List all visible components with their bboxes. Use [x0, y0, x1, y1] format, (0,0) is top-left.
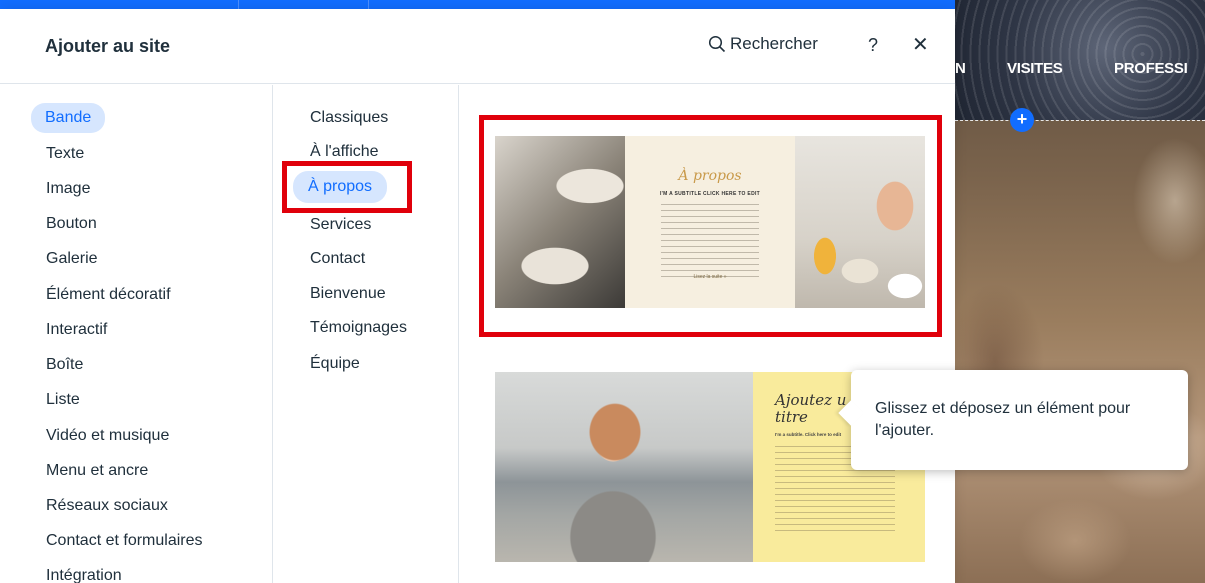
category-item-liste[interactable]: Liste: [46, 388, 80, 412]
category-item-galerie[interactable]: Galerie: [46, 247, 98, 271]
help-button[interactable]: ?: [868, 35, 878, 56]
add-panel: Ajouter au site Rechercher ? ✕ Bande Tex…: [0, 9, 955, 583]
category-item-element-decoratif[interactable]: Élément décoratif: [46, 283, 171, 307]
top-bar-divider: [238, 0, 239, 9]
category-item-contact-formulaires[interactable]: Contact et formulaires: [46, 529, 203, 553]
tooltip-text: Glissez et déposez un élément pour l'ajo…: [875, 400, 1131, 439]
site-nav-item-visites[interactable]: VISITES: [1007, 60, 1063, 77]
category-item-video-musique[interactable]: Vidéo et musique: [46, 424, 169, 448]
category-item-reseaux-sociaux[interactable]: Réseaux sociaux: [46, 494, 168, 518]
site-canvas: N VISITES PROFESSI +: [955, 0, 1205, 583]
preview-subtitle: I'm a subtitle. Click here to edit: [775, 432, 842, 437]
editor-top-bar: [0, 0, 955, 9]
category-item-interactif[interactable]: Interactif: [46, 318, 107, 342]
preview-title-line2: titre: [775, 408, 808, 426]
site-nav-item[interactable]: N: [955, 60, 966, 77]
category-item-image[interactable]: Image: [46, 177, 90, 201]
subcategory-item-temoignages[interactable]: Témoignages: [310, 316, 407, 340]
subcategory-item-contact[interactable]: Contact: [310, 247, 365, 271]
search-button[interactable]: Rechercher: [708, 34, 818, 54]
category-item-bande[interactable]: Bande: [31, 103, 106, 133]
site-header: N VISITES PROFESSI: [955, 0, 1205, 120]
subcategory-item-bienvenue[interactable]: Bienvenue: [310, 282, 386, 306]
category-item-bouton[interactable]: Bouton: [46, 212, 97, 236]
subcategory-item-classiques[interactable]: Classiques: [310, 106, 388, 130]
panel-header: Ajouter au site Rechercher ? ✕: [0, 9, 955, 84]
subcategory-item-services[interactable]: Services: [310, 213, 371, 237]
panel-title: Ajouter au site: [45, 36, 171, 56]
close-button[interactable]: ✕: [912, 35, 929, 55]
preview-title-line1: Ajoutez u: [775, 391, 847, 409]
preview-title: Ajoutez u titre: [775, 392, 846, 426]
category-item-menu-ancre[interactable]: Menu et ancre: [46, 459, 148, 483]
site-nav-item-professi[interactable]: PROFESSI: [1114, 60, 1188, 77]
search-icon: [708, 35, 726, 53]
drag-drop-tooltip: Glissez et déposez un élément pour l'ajo…: [838, 370, 1188, 470]
category-item-texte[interactable]: Texte: [46, 142, 84, 166]
preview-gallery: À propos I'M A SUBTITLE CLICK HERE TO ED…: [460, 85, 955, 583]
subcategory-list: Classiques À l'affiche À propos Services…: [274, 85, 459, 583]
subcategory-item-equipe[interactable]: Équipe: [310, 352, 360, 376]
top-bar-divider: [368, 0, 369, 9]
category-item-integration[interactable]: Intégration: [46, 564, 122, 583]
woman-photo: [495, 372, 753, 562]
site-hero-image: [955, 121, 1205, 583]
highlight-box: [282, 161, 412, 213]
search-label: Rechercher: [730, 34, 818, 53]
category-item-boite[interactable]: Boîte: [46, 353, 83, 377]
highlight-box: [479, 115, 942, 337]
category-list: Bande Texte Image Bouton Galerie Élément…: [0, 85, 273, 583]
